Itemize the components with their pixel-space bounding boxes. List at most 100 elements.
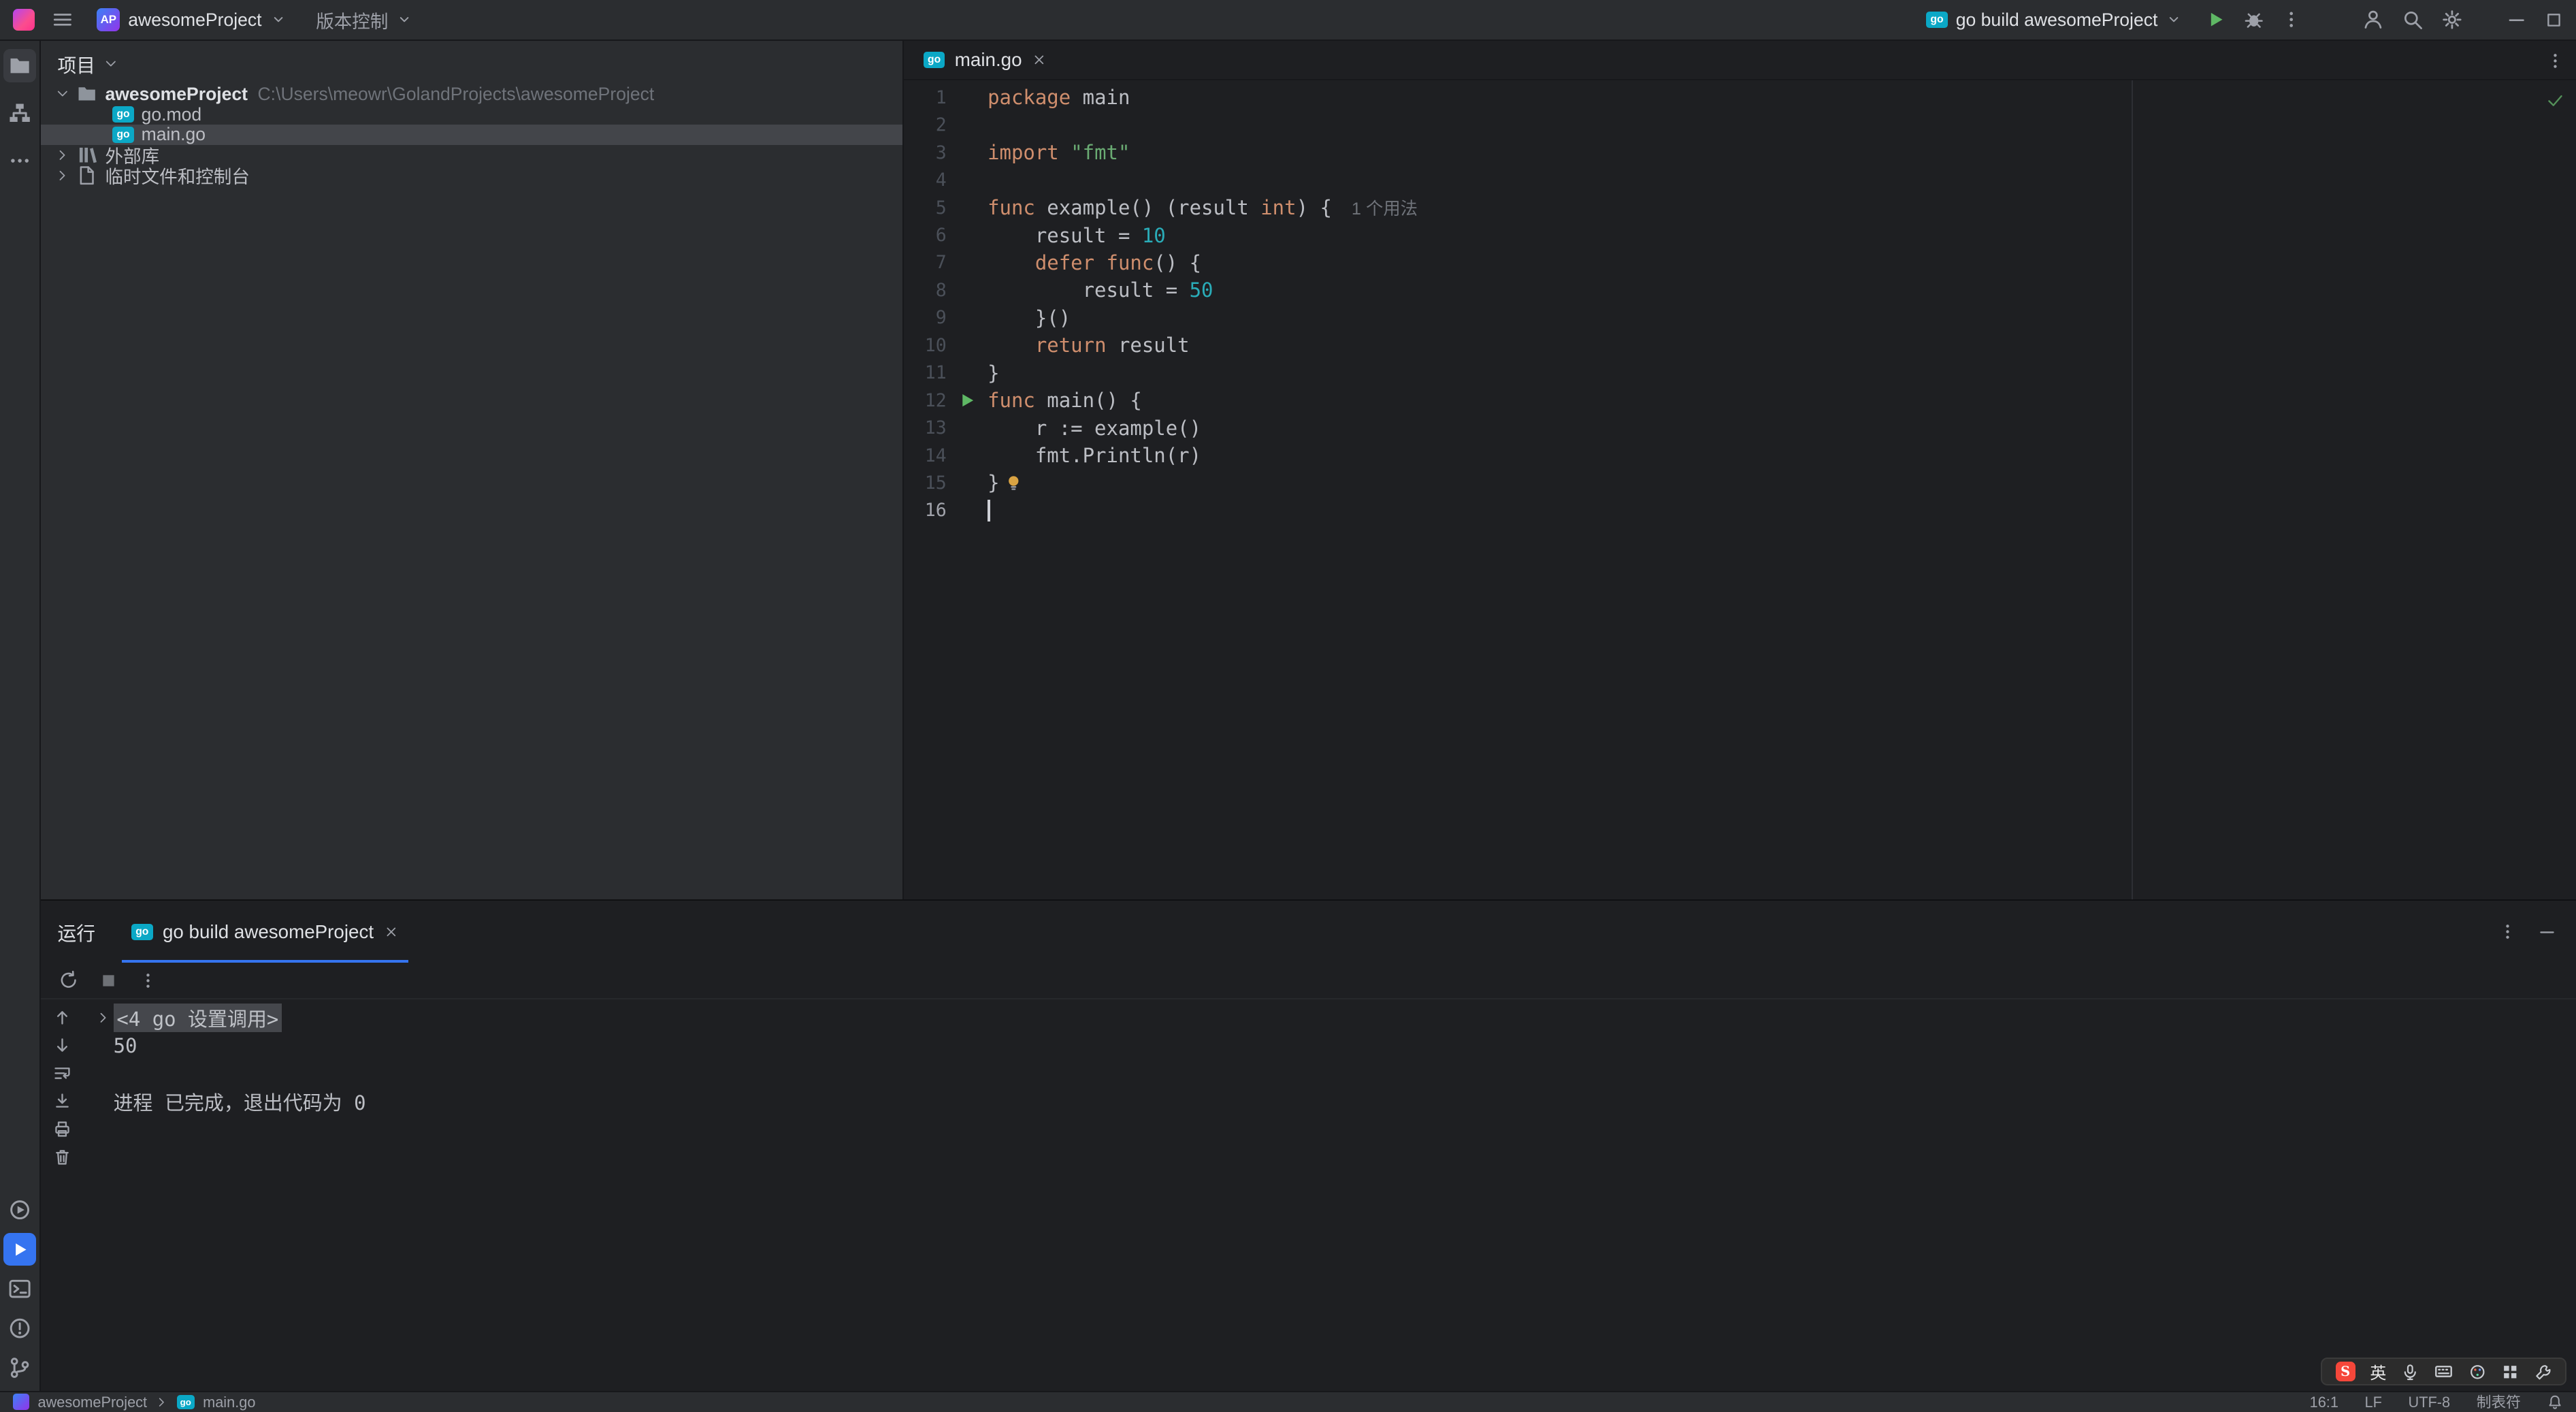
breadcrumb-file[interactable]: main.go [203,1392,255,1412]
window-minimize-button[interactable] [2506,9,2527,30]
line-number: 11 [924,362,947,384]
folded-console-text[interactable]: <4 go 设置调用> [113,1004,282,1033]
code-text: package main [988,86,1130,110]
file-encoding[interactable]: UTF-8 [2409,1392,2451,1412]
code-line-14[interactable]: 14 fmt.Println(r) [904,442,2576,469]
code-line-9[interactable]: 9 }() [904,304,2576,332]
run-tab-go-build[interactable]: go build awesomeProject [121,901,409,963]
line-number: 15 [924,472,947,494]
run-panel-title: 运行 [57,922,96,944]
run-tab-close-icon[interactable] [384,925,399,940]
more-actions-icon[interactable] [2281,9,2302,30]
line-number: 3 [935,142,947,163]
line-number: 13 [924,417,947,439]
main-menu-icon[interactable] [51,8,74,31]
expander-down-icon[interactable] [51,86,74,101]
run-toolbar-more-icon[interactable] [138,971,158,991]
code-with-me-icon[interactable] [2362,8,2385,31]
more-tools-icon[interactable] [3,144,36,177]
run-configuration-selector[interactable]: go build awesomeProject [1920,6,2189,34]
breadcrumb-project[interactable]: awesomeProject [38,1392,148,1412]
code-line-12[interactable]: 12 func main() { [904,387,2576,414]
wrench-icon[interactable] [2534,1363,2553,1381]
debug-button[interactable] [2243,9,2264,30]
grid-icon[interactable] [2501,1363,2520,1381]
print-icon[interactable] [52,1119,72,1139]
run-line-icon[interactable] [947,392,988,408]
problems-tool-button[interactable] [3,1312,36,1345]
mic-icon[interactable] [2401,1363,2419,1381]
vcs-widget-label: 版本控制 [316,11,389,32]
code-line-4[interactable]: 4 [904,166,2576,193]
vcs-widget[interactable]: 版本控制 [310,3,420,37]
indent-style[interactable]: 制表符 [2477,1392,2521,1412]
line-number: 12 [924,389,947,411]
soft-wrap-icon[interactable] [52,1063,72,1083]
terminal-tool-button[interactable] [3,1272,36,1305]
code-line-6[interactable]: 6 result = 10 [904,221,2576,248]
expander-right-icon[interactable] [51,148,74,163]
code-line-5[interactable]: 5 func example() (result int) {1 个用法 [904,194,2576,221]
chevron-down-icon [2170,17,2179,22]
tree-item[interactable]: go.mod [41,104,902,125]
keyboard-icon[interactable] [2434,1362,2453,1381]
arrow-down-icon[interactable] [52,1036,72,1055]
intention-bulb-icon[interactable] [1005,474,1023,492]
stop-button[interactable] [99,971,118,991]
text-caret [988,500,990,522]
go-run-icon [131,923,153,940]
clear-console-icon[interactable] [52,1147,72,1167]
folder-icon [74,83,101,104]
run-panel-hide-icon[interactable] [2537,922,2557,942]
line-number: 14 [924,445,947,466]
search-everywhere-icon[interactable] [2401,8,2424,31]
project-widget[interactable]: AP awesomeProject [91,5,293,34]
scroll-to-end-icon[interactable] [52,1091,72,1111]
code-line-10[interactable]: 10 return result [904,332,2576,359]
code-line-1[interactable]: 1 package main [904,84,2576,111]
navigation-bar: awesomeProject main.go [13,1392,255,1412]
code-line-15[interactable]: 15} [904,469,2576,496]
code-line-11[interactable]: 11} [904,359,2576,387]
code-line-7[interactable]: 7 defer func() { [904,249,2576,276]
chevron-down-icon[interactable] [103,57,118,71]
code-line-16[interactable]: 16 [904,497,2576,524]
tree-item[interactable]: 临时文件和控制台 [41,165,902,187]
code-line-13[interactable]: 13 r := example() [904,414,2576,441]
tree-item[interactable]: main.go [41,124,902,145]
tab-close-icon[interactable] [1032,52,1047,67]
console-lines[interactable]: <4 go 设置调用> 50 进程 已完成，退出代码为 0 [84,999,2576,1391]
console-line: 进程 已完成，退出代码为 0 [94,1088,2576,1116]
window-maximize-button[interactable] [2544,10,2564,30]
skin-palette-icon[interactable] [2468,1363,2487,1381]
rerun-button[interactable] [58,969,79,991]
caret-position[interactable]: 16:1 [2310,1392,2338,1412]
fold-expand-icon[interactable] [94,1010,114,1025]
project-tool-button[interactable] [3,49,37,82]
run-tool-button[interactable] [3,1232,37,1266]
editor-tabbar: main.go [903,41,2576,81]
editor-tab-main-go[interactable]: main.go [911,41,1060,79]
code-line-2[interactable]: 2 [904,112,2576,139]
structure-tool-button[interactable] [3,97,36,129]
version-control-tool-button[interactable] [3,1351,36,1384]
code-line-8[interactable]: 8 result = 50 [904,276,2576,304]
editor-options-icon[interactable] [2545,51,2565,71]
line-separator[interactable]: LF [2365,1392,2382,1412]
ime-language-indicator[interactable]: 英 [2370,1360,2386,1383]
tree-item[interactable]: awesomeProject C:\Users\meowr\GolandProje… [41,84,902,104]
ime-toolbar: 英 [2321,1358,2567,1386]
code-line-3[interactable]: 3 import "fmt" [904,139,2576,166]
left-tool-rail [0,41,42,1391]
lib-icon [74,144,101,165]
arrow-up-icon[interactable] [52,1008,72,1027]
run-panel-options-icon[interactable] [2498,922,2517,942]
sogou-logo[interactable] [2335,1362,2355,1382]
run-panel: 运行 go build awesomeProject [41,899,2576,1391]
notifications-icon[interactable] [2547,1394,2563,1410]
code-editor[interactable]: 1 package main 2 3 import "fmt" 4 5 func exampl… [904,80,2576,899]
run-button[interactable] [2205,9,2226,30]
services-tool-button[interactable] [3,1193,36,1226]
expander-right-icon[interactable] [51,168,74,183]
settings-gear-icon[interactable] [2441,8,2464,31]
